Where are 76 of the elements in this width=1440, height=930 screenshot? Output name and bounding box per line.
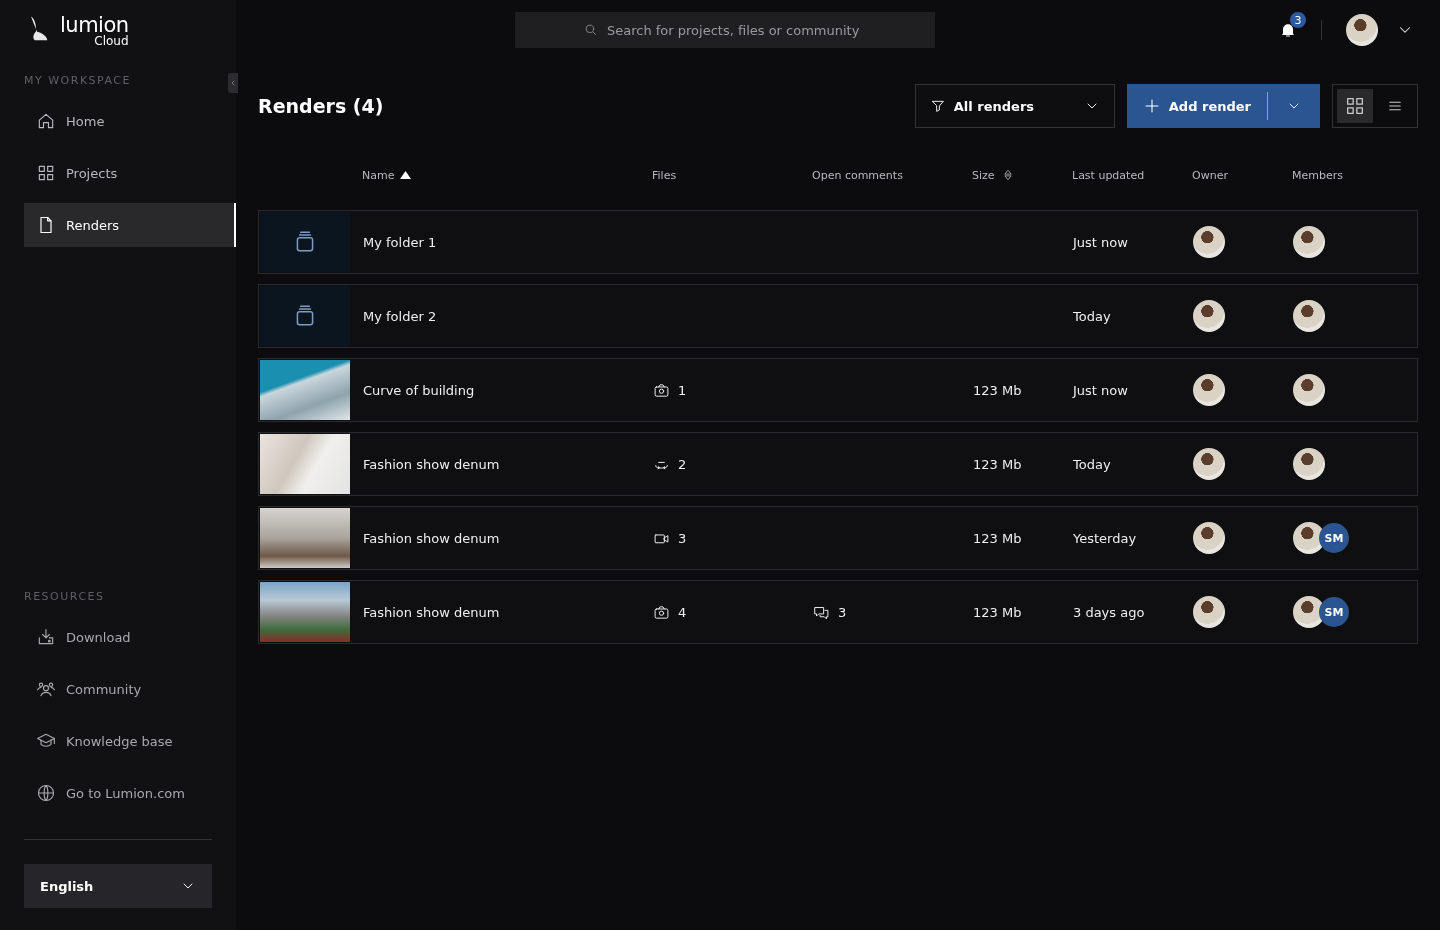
table-row[interactable]: Fashion show denum 3 123 Mb Yesterday SM xyxy=(258,506,1418,570)
owner-avatar xyxy=(1193,448,1225,480)
language-dropdown[interactable]: English xyxy=(24,864,212,908)
column-header: Open comments xyxy=(812,168,903,182)
owner-avatar xyxy=(1193,596,1225,628)
notification-count: 3 xyxy=(1290,12,1306,28)
table-cell: Fashion show denum xyxy=(363,604,500,620)
globe-icon xyxy=(36,783,56,803)
house-icon xyxy=(36,111,56,131)
filter-icon xyxy=(929,98,946,114)
table-cell: Just now xyxy=(1073,382,1128,398)
filter-dropdown[interactable]: All renders xyxy=(914,84,1115,128)
table-cell: 123 Mb xyxy=(973,382,1022,398)
member-initials: SM xyxy=(1319,597,1349,627)
sort-ascending-icon xyxy=(400,171,412,179)
sidebar-item[interactable]: Knowledge base xyxy=(24,719,236,763)
page-title: Renders (4) xyxy=(258,95,384,117)
sidebar-item[interactable]: Download xyxy=(24,615,236,659)
table-cell: Just now xyxy=(1073,234,1128,250)
section-heading: MY WORKSPACE xyxy=(24,74,132,87)
table-cell: Curve of building xyxy=(363,382,475,398)
table-row[interactable]: My folder 2 Today xyxy=(258,284,1418,348)
table-row[interactable]: My folder 1 Just now xyxy=(258,210,1418,274)
column-header: Last updated xyxy=(1072,168,1145,182)
column-header: Members xyxy=(1292,168,1343,182)
chevron-left-icon xyxy=(229,79,237,87)
user-avatar[interactable] xyxy=(1346,14,1378,46)
camera-icon xyxy=(653,381,670,399)
table-cell: 3 xyxy=(678,530,687,546)
camera-icon xyxy=(653,603,670,621)
search-field[interactable]: Search for projects, files or community xyxy=(515,12,935,48)
sidebar-item[interactable]: Community xyxy=(24,667,236,711)
table-row[interactable]: Curve of building 1 123 Mb Just now xyxy=(258,358,1418,422)
column-header[interactable]: Name xyxy=(362,168,395,182)
search-icon xyxy=(583,22,598,37)
table-cell: Yesterday xyxy=(1073,530,1137,546)
sidebar-item[interactable]: Home xyxy=(24,99,236,143)
owner-avatar xyxy=(1193,300,1225,332)
table-row[interactable]: Fashion show denum 2 123 Mb Today xyxy=(258,432,1418,496)
table-cell: Fashion show denum xyxy=(363,456,500,472)
table-row[interactable]: Fashion show denum 4 3 123 Mb 3 days ago SM xyxy=(258,580,1418,644)
table-cell: 3 xyxy=(838,604,847,620)
download-icon xyxy=(36,627,56,647)
column-header[interactable]: Size xyxy=(972,168,995,182)
table-cell: 123 Mb xyxy=(973,456,1022,472)
table-cell: 3 days ago xyxy=(1073,604,1145,620)
owner-avatar xyxy=(1193,226,1225,258)
member-avatar xyxy=(1293,374,1325,406)
grid-icon xyxy=(36,163,56,183)
bell-icon xyxy=(1279,21,1297,39)
grid-icon xyxy=(1344,95,1366,117)
notification-button[interactable] xyxy=(1279,21,1297,39)
table-cell: 123 Mb xyxy=(973,530,1022,546)
sidebar-item[interactable]: Renders xyxy=(24,203,236,247)
table-cell: My folder 2 xyxy=(363,308,437,324)
table-cell: Today xyxy=(1073,456,1111,472)
table-cell: 4 xyxy=(678,604,687,620)
table-cell: 123 Mb xyxy=(973,604,1022,620)
table-cell: 2 xyxy=(678,456,687,472)
member-initials: SM xyxy=(1319,523,1349,553)
table-cell: 1 xyxy=(678,382,687,398)
logo-subtitle: Cloud xyxy=(93,34,129,48)
sidebar-item[interactable]: Projects xyxy=(24,151,236,195)
table-cell: Today xyxy=(1073,308,1111,324)
member-avatar xyxy=(1293,226,1325,258)
table-cell: Fashion show denum xyxy=(363,530,500,546)
section-heading: RESOURCES xyxy=(24,590,106,603)
sidebar-item[interactable]: Go to Lumion.com xyxy=(24,771,236,815)
table-cell: My folder 1 xyxy=(363,234,437,250)
owner-avatar xyxy=(1193,374,1225,406)
member-avatar xyxy=(1293,448,1325,480)
column-header: Owner xyxy=(1192,168,1228,182)
grid-view-button[interactable] xyxy=(1337,89,1373,123)
owner-avatar xyxy=(1193,522,1225,554)
member-avatar xyxy=(1293,300,1325,332)
column-header: Files xyxy=(652,168,677,182)
